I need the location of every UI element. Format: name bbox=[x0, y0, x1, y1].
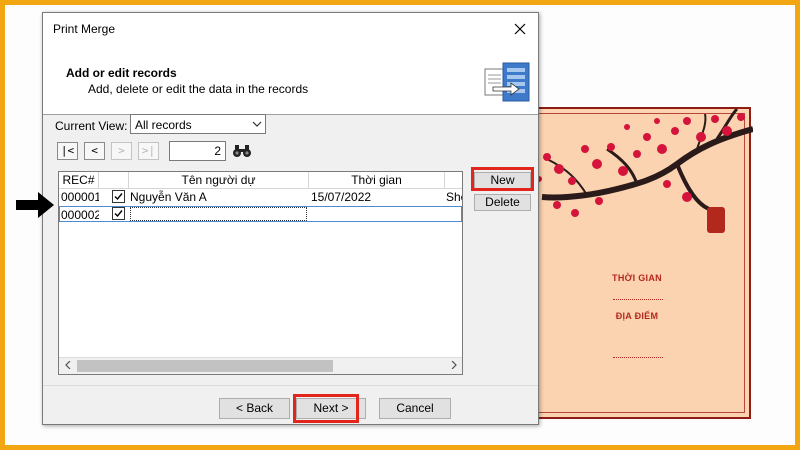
scroll-right-arrow[interactable] bbox=[445, 358, 462, 374]
checkmark-icon bbox=[114, 210, 123, 218]
dialog-titlebar: Print Merge bbox=[43, 13, 538, 45]
header-subtitle: Add, delete or edit the data in the reco… bbox=[88, 82, 309, 96]
delete-record-button[interactable]: Delete bbox=[474, 194, 531, 211]
new-record-button[interactable]: New bbox=[474, 172, 531, 189]
column-header-time[interactable]: Thời gian bbox=[309, 172, 445, 189]
footer-separator bbox=[43, 385, 538, 386]
checkmark-icon bbox=[114, 193, 123, 201]
plum-blossom-branch-illustration bbox=[536, 109, 753, 233]
horizontal-scrollbar[interactable] bbox=[59, 357, 462, 374]
chevron-left-icon bbox=[64, 360, 70, 370]
rec-cell: 000002 bbox=[61, 208, 99, 222]
rec-cell: 000001 bbox=[61, 190, 99, 204]
current-view-dropdown[interactable]: All records bbox=[130, 114, 266, 134]
time-cell[interactable] bbox=[312, 207, 442, 223]
previous-record-button[interactable]: < bbox=[84, 142, 105, 160]
cancel-button[interactable]: Cancel bbox=[379, 398, 451, 419]
column-header-rec[interactable]: REC# bbox=[59, 172, 99, 189]
column-header-name[interactable]: Tên người dự bbox=[129, 172, 309, 189]
chevron-right-icon bbox=[451, 360, 457, 370]
print-merge-dialog: Print Merge Add or edit records Add, del… bbox=[42, 12, 539, 425]
table-row[interactable]: 000001 Nguyễn Văn A 15/07/2022 She bbox=[59, 189, 462, 206]
column-header-extra[interactable] bbox=[445, 172, 462, 189]
invitation-card: THỜI GIAN ĐỊA ĐIỂM bbox=[525, 107, 753, 419]
close-button[interactable] bbox=[508, 17, 532, 41]
first-record-button[interactable]: |< bbox=[57, 142, 78, 160]
name-cell[interactable]: Nguyễn Văn A bbox=[130, 189, 306, 205]
column-header-check[interactable] bbox=[99, 172, 129, 189]
card-place-dots bbox=[613, 357, 663, 358]
extra-cell[interactable]: She bbox=[446, 189, 462, 205]
current-view-value: All records bbox=[135, 118, 192, 132]
record-number-input[interactable] bbox=[169, 141, 226, 161]
chevron-down-icon bbox=[252, 121, 262, 127]
binoculars-icon bbox=[233, 145, 251, 157]
next-button[interactable]: Next > bbox=[296, 398, 366, 419]
time-cell[interactable]: 15/07/2022 bbox=[311, 189, 441, 205]
close-icon bbox=[514, 23, 526, 35]
header-title: Add or edit records bbox=[66, 66, 177, 80]
grid-header: REC# Tên người dự Thời gian bbox=[59, 172, 462, 189]
name-cell-editing[interactable] bbox=[130, 207, 307, 221]
wizard-header: Add or edit records Add, delete or edit … bbox=[43, 45, 538, 115]
table-row-selected[interactable]: 000002 bbox=[59, 206, 462, 222]
arrow-pointer-icon bbox=[16, 192, 54, 218]
card-label-time: THỜI GIAN bbox=[612, 273, 662, 283]
print-merge-icon bbox=[484, 62, 530, 102]
records-grid[interactable]: REC# Tên người dự Thời gian 000001 Nguyễ… bbox=[58, 171, 463, 375]
dialog-title: Print Merge bbox=[53, 22, 116, 36]
row-checkbox[interactable] bbox=[112, 207, 125, 220]
card-label-place: ĐỊA ĐIỂM bbox=[615, 311, 659, 321]
card-time-dots bbox=[613, 299, 663, 300]
back-button[interactable]: < Back bbox=[219, 398, 290, 419]
scroll-left-arrow[interactable] bbox=[59, 358, 76, 374]
current-view-label: Current View: bbox=[55, 119, 128, 133]
last-record-button[interactable]: >| bbox=[138, 142, 159, 160]
next-record-button[interactable]: > bbox=[111, 142, 132, 160]
scrollbar-thumb[interactable] bbox=[77, 360, 333, 372]
row-checkbox[interactable] bbox=[112, 190, 125, 203]
find-button[interactable] bbox=[230, 141, 254, 161]
